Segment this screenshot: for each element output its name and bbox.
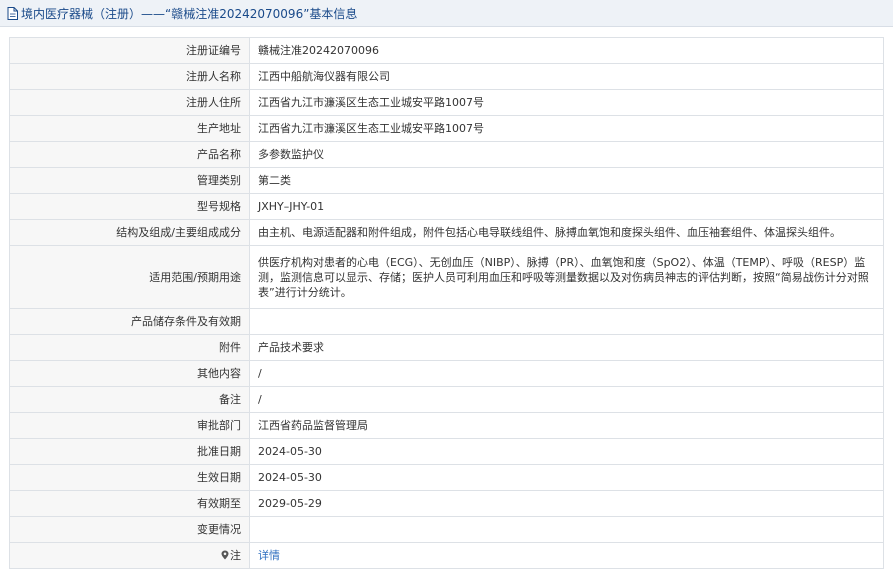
registrant-address-value: 江西省九江市濂溪区生态工业城安平路1007号 bbox=[249, 89, 884, 116]
product-name-value: 多参数监护仪 bbox=[249, 141, 884, 168]
row-label: 注册人住所 bbox=[9, 89, 250, 116]
composition-value: 由主机、电源适配器和附件组成，附件包括心电导联线组件、脉搏血氧饱和度探头组件、血… bbox=[249, 219, 884, 246]
table-row: 注册人住所 江西省九江市濂溪区生态工业城安平路1007号 bbox=[9, 89, 884, 116]
management-class-value: 第二类 bbox=[249, 167, 884, 194]
info-table: 注册证编号 赣械注准20242070096 注册人名称 江西中船航海仪器有限公司… bbox=[9, 37, 884, 569]
page-title: 境内医疗器械（注册）——“赣械注准20242070096”基本信息 bbox=[21, 6, 358, 21]
note-label-cell: 注 bbox=[9, 542, 250, 569]
intended-use-value: 供医疗机构对患者的心电（ECG）、无创血压（NIBP）、脉搏（PR）、血氧饱和度… bbox=[249, 245, 884, 309]
table-row: 其他内容 / bbox=[9, 360, 884, 387]
row-label: 注册证编号 bbox=[9, 37, 250, 64]
row-label: 注册人名称 bbox=[9, 63, 250, 90]
row-label: 结构及组成/主要组成成分 bbox=[9, 219, 250, 246]
table-row: 结构及组成/主要组成成分 由主机、电源适配器和附件组成，附件包括心电导联线组件、… bbox=[9, 219, 884, 246]
row-label: 其他内容 bbox=[9, 360, 250, 387]
row-label: 适用范围/预期用途 bbox=[9, 245, 250, 309]
table-row: 注 详情 bbox=[9, 542, 884, 569]
details-link[interactable]: 详情 bbox=[258, 549, 280, 562]
table-row: 变更情况 bbox=[9, 516, 884, 543]
row-label: 变更情况 bbox=[9, 516, 250, 543]
table-row: 审批部门 江西省药品监督管理局 bbox=[9, 412, 884, 439]
table-row: 生效日期 2024-05-30 bbox=[9, 464, 884, 491]
table-row: 备注 / bbox=[9, 386, 884, 413]
row-label: 产品储存条件及有效期 bbox=[9, 308, 250, 335]
table-row: 适用范围/预期用途 供医疗机构对患者的心电（ECG）、无创血压（NIBP）、脉搏… bbox=[9, 245, 884, 309]
table-row: 批准日期 2024-05-30 bbox=[9, 438, 884, 465]
row-label: 批准日期 bbox=[9, 438, 250, 465]
row-label: 生效日期 bbox=[9, 464, 250, 491]
table-row: 注册证编号 赣械注准20242070096 bbox=[9, 37, 884, 64]
table-row: 产品名称 多参数监护仪 bbox=[9, 141, 884, 168]
table-row: 注册人名称 江西中船航海仪器有限公司 bbox=[9, 63, 884, 90]
change-status-value bbox=[249, 516, 884, 543]
production-address-value: 江西省九江市濂溪区生态工业城安平路1007号 bbox=[249, 115, 884, 142]
table-row: 有效期至 2029-05-29 bbox=[9, 490, 884, 517]
row-label: 有效期至 bbox=[9, 490, 250, 517]
expiry-date-value: 2029-05-29 bbox=[249, 490, 884, 517]
effective-date-value: 2024-05-30 bbox=[249, 464, 884, 491]
map-pin-icon bbox=[221, 550, 229, 560]
table-row: 型号规格 JXHY–JHY-01 bbox=[9, 193, 884, 220]
row-label: 注 bbox=[230, 549, 241, 562]
document-icon bbox=[7, 6, 18, 20]
registration-number-value: 赣械注准20242070096 bbox=[249, 37, 884, 64]
attachment-value: 产品技术要求 bbox=[249, 334, 884, 361]
row-label: 产品名称 bbox=[9, 141, 250, 168]
row-label: 附件 bbox=[9, 334, 250, 361]
remarks-value: / bbox=[249, 386, 884, 413]
storage-conditions-value bbox=[249, 308, 884, 335]
registrant-name-value: 江西中船航海仪器有限公司 bbox=[249, 63, 884, 90]
row-label: 备注 bbox=[9, 386, 250, 413]
table-row: 附件 产品技术要求 bbox=[9, 334, 884, 361]
model-spec-value: JXHY–JHY-01 bbox=[249, 193, 884, 220]
row-label: 型号规格 bbox=[9, 193, 250, 220]
table-row: 生产地址 江西省九江市濂溪区生态工业城安平路1007号 bbox=[9, 115, 884, 142]
table-row: 管理类别 第二类 bbox=[9, 167, 884, 194]
page-header: 境内医疗器械（注册）——“赣械注准20242070096”基本信息 bbox=[0, 0, 893, 27]
other-content-value: / bbox=[249, 360, 884, 387]
approval-date-value: 2024-05-30 bbox=[249, 438, 884, 465]
info-panel: 注册证编号 赣械注准20242070096 注册人名称 江西中船航海仪器有限公司… bbox=[0, 27, 893, 569]
note-cell: 详情 bbox=[249, 542, 884, 569]
approval-department-value: 江西省药品监督管理局 bbox=[249, 412, 884, 439]
row-label: 审批部门 bbox=[9, 412, 250, 439]
row-label: 生产地址 bbox=[9, 115, 250, 142]
table-row: 产品储存条件及有效期 bbox=[9, 308, 884, 335]
row-label: 管理类别 bbox=[9, 167, 250, 194]
